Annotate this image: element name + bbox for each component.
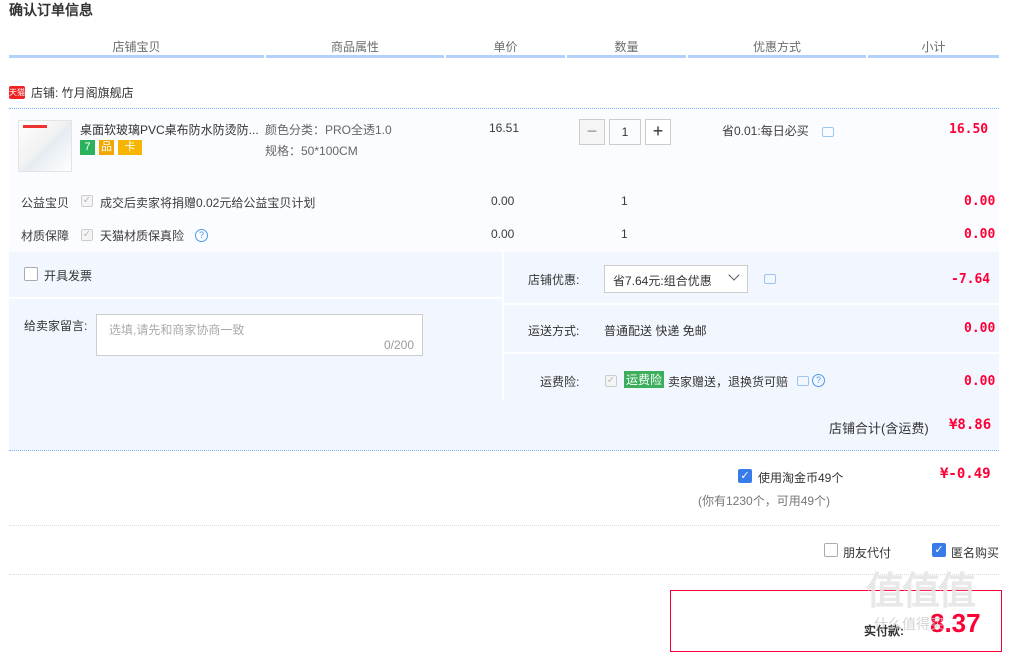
material-text: 天猫材质保真险 bbox=[100, 229, 185, 243]
header-underline bbox=[446, 55, 565, 58]
store-total-amount: ¥8.86 bbox=[949, 417, 992, 433]
invoice-checkbox[interactable] bbox=[24, 267, 38, 281]
coins-note: (你有1230个，可用49个) bbox=[698, 494, 831, 508]
store-total-label: 店铺合计(含运费) bbox=[829, 421, 929, 436]
insurance-label: 运费险: bbox=[540, 375, 580, 389]
product-thumbnail[interactable] bbox=[18, 120, 72, 172]
column-header-unit-price: 单价 bbox=[493, 40, 518, 54]
material-help-icon[interactable]: ? bbox=[195, 229, 208, 242]
charity-subtotal: 0.00 bbox=[964, 194, 996, 209]
insurance-text: 卖家赠送，退换货可赔 bbox=[668, 375, 789, 389]
header-underline bbox=[688, 55, 866, 58]
product-size-attr: 规格：50*100CM bbox=[265, 144, 358, 158]
row-separator bbox=[504, 352, 999, 354]
column-header-attributes: 商品属性 bbox=[330, 40, 379, 54]
message-counter: 0/200 bbox=[383, 338, 414, 352]
store-discount-amount: -7.64 bbox=[951, 272, 991, 287]
column-header-store-item: 店铺宝贝 bbox=[112, 40, 161, 54]
charity-qty: 1 bbox=[621, 194, 628, 208]
message-placeholder: 选填,请先和商家协商一致 bbox=[109, 323, 245, 337]
shipping-value: 普通配送 快递 免邮 bbox=[604, 324, 707, 338]
discount-info-icon[interactable] bbox=[822, 127, 834, 137]
insurance-help-icon[interactable]: ? bbox=[812, 374, 825, 387]
row-separator bbox=[9, 297, 502, 299]
shipping-amount: 0.00 bbox=[964, 321, 996, 336]
divider bbox=[9, 525, 999, 527]
invoice-label: 开具发票 bbox=[44, 269, 93, 283]
charity-checkbox: ✓ bbox=[81, 195, 93, 207]
material-label: 材质保障 bbox=[21, 229, 70, 243]
material-subtotal: 0.00 bbox=[964, 227, 996, 242]
quantity-increase-button[interactable]: + bbox=[645, 119, 671, 145]
anonymous-checkbox[interactable]: ✓ bbox=[932, 543, 946, 557]
tmall-badge-icon: 天猫 bbox=[9, 86, 25, 99]
material-price: 0.00 bbox=[491, 227, 515, 241]
quantity-stepper: − 1 + bbox=[579, 119, 671, 145]
coins-amount: ¥-0.49 bbox=[940, 466, 991, 482]
friend-pay-label: 朋友代付 bbox=[843, 546, 892, 560]
credit-card-icon[interactable]: 卡 bbox=[118, 140, 142, 155]
shipping-label: 运送方式: bbox=[528, 324, 580, 338]
column-header-subtotal: 小计 bbox=[921, 40, 946, 54]
charity-price: 0.00 bbox=[491, 194, 515, 208]
message-label: 给卖家留言: bbox=[24, 319, 88, 333]
store-name-link[interactable]: 店铺: 竹月阁旗舰店 bbox=[31, 84, 134, 101]
coins-label: 使用淘金币49个 bbox=[758, 471, 844, 485]
store-discount-label: 店铺优惠: bbox=[528, 273, 580, 287]
header-underline bbox=[567, 55, 686, 58]
product-subtotal: 16.50 bbox=[949, 122, 989, 137]
anonymous-label: 匿名购买 bbox=[951, 546, 1000, 560]
page-title: 确认订单信息 bbox=[9, 2, 93, 18]
product-name-link[interactable]: 桌面软玻璃PVC桌布防水防烫防... bbox=[80, 121, 259, 138]
column-header-quantity: 数量 bbox=[614, 40, 639, 54]
charity-label: 公益宝贝 bbox=[21, 196, 70, 210]
message-textarea[interactable]: 选填,请先和商家协商一致 0/200 bbox=[96, 314, 423, 356]
quality-guarantee-icon[interactable]: 品 bbox=[99, 140, 114, 155]
insurance-amount: 0.00 bbox=[964, 374, 996, 389]
row-separator bbox=[504, 303, 999, 305]
charity-text: 成交后卖家将捐赠0.02元给公益宝贝计划 bbox=[100, 196, 316, 210]
watermark-logo: 值值值 bbox=[866, 571, 976, 613]
store-discount-selected: 省7.64元:组合优惠 bbox=[613, 274, 712, 288]
insurance-checkbox: ✓ bbox=[605, 375, 617, 387]
material-qty: 1 bbox=[621, 227, 628, 241]
insurance-info-icon[interactable] bbox=[797, 376, 809, 386]
header-underline bbox=[868, 55, 999, 58]
quantity-input[interactable]: 1 bbox=[609, 119, 641, 145]
store-discount-info-icon[interactable] bbox=[764, 274, 776, 284]
store-row: 天猫 店铺: 竹月阁旗舰店 bbox=[9, 84, 134, 101]
quantity-decrease-button[interactable]: − bbox=[579, 119, 605, 145]
column-header-discount: 优惠方式 bbox=[752, 40, 801, 54]
unit-price: 16.51 bbox=[489, 121, 520, 135]
header-underline bbox=[266, 55, 444, 58]
seven-day-return-icon[interactable]: 7 bbox=[80, 140, 95, 155]
insurance-tag: 运费险 bbox=[624, 371, 665, 388]
header-underline bbox=[9, 55, 264, 58]
discount-text: 省0.01:每日必买 bbox=[722, 124, 809, 138]
chevron-down-icon bbox=[728, 269, 740, 281]
divider bbox=[9, 574, 999, 576]
store-discount-select[interactable]: 省7.64元:组合优惠 bbox=[604, 265, 748, 293]
watermark-subtext: 什么值得买 bbox=[874, 616, 944, 632]
product-color-attr: 颜色分类：PRO全透1.0 bbox=[265, 123, 392, 137]
material-checkbox: ✓ bbox=[81, 229, 93, 241]
friend-pay-checkbox[interactable] bbox=[824, 543, 838, 557]
coins-checkbox[interactable]: ✓ bbox=[738, 469, 752, 483]
